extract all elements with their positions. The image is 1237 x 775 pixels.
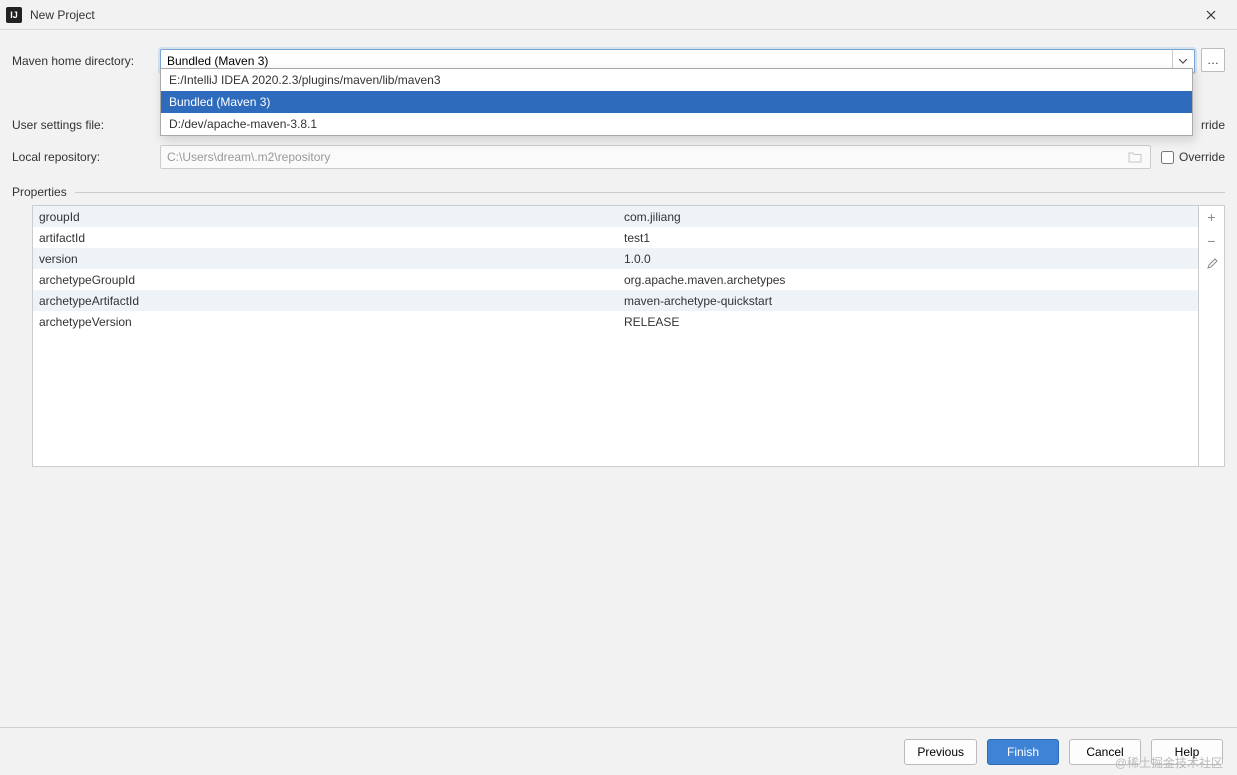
app-icon: IJ xyxy=(6,7,22,23)
override-checkbox[interactable] xyxy=(1161,151,1174,164)
override-label: Override xyxy=(1179,150,1225,164)
local-repo-label: Local repository: xyxy=(12,150,160,164)
local-repo-row: Local repository: C:\Users\dream\.m2\rep… xyxy=(12,141,1225,173)
finish-button[interactable]: Finish xyxy=(987,739,1059,765)
prop-val: RELEASE xyxy=(618,315,1198,329)
add-property-button[interactable]: + xyxy=(1207,210,1215,224)
local-repo-value: C:\Users\dream\.m2\repository xyxy=(167,150,1126,164)
user-settings-label: User settings file: xyxy=(12,118,160,132)
plus-icon: + xyxy=(1207,209,1215,225)
prop-key: groupId xyxy=(33,210,618,224)
table-row[interactable]: version 1.0.0 xyxy=(33,248,1198,269)
folder-icon[interactable] xyxy=(1126,151,1144,163)
prop-key: archetypeGroupId xyxy=(33,273,618,287)
dialog-content: Maven home directory: … E:/IntelliJ IDEA… xyxy=(0,30,1237,467)
close-button[interactable] xyxy=(1191,0,1231,30)
properties-toolbar: + − xyxy=(1199,205,1225,467)
browse-maven-home-button[interactable]: … xyxy=(1201,48,1225,72)
titlebar: IJ New Project xyxy=(0,0,1237,30)
prop-val: com.jiliang xyxy=(618,210,1198,224)
maven-home-input[interactable] xyxy=(167,54,1172,68)
prop-val: maven-archetype-quickstart xyxy=(618,294,1198,308)
local-repo-input[interactable]: C:\Users\dream\.m2\repository xyxy=(160,145,1151,169)
dropdown-item[interactable]: E:/IntelliJ IDEA 2020.2.3/plugins/maven/… xyxy=(161,69,1192,91)
properties-table[interactable]: groupId com.jiliang artifactId test1 ver… xyxy=(32,205,1199,467)
maven-home-label: Maven home directory: xyxy=(12,54,160,68)
prop-key: archetypeVersion xyxy=(33,315,618,329)
table-row[interactable]: archetypeGroupId org.apache.maven.archet… xyxy=(33,269,1198,290)
override-local-repo[interactable]: Override xyxy=(1161,150,1225,164)
maven-home-dropdown[interactable]: E:/IntelliJ IDEA 2020.2.3/plugins/maven/… xyxy=(160,68,1193,136)
previous-button[interactable]: Previous xyxy=(904,739,977,765)
table-row[interactable]: archetypeArtifactId maven-archetype-quic… xyxy=(33,290,1198,311)
properties-box: groupId com.jiliang artifactId test1 ver… xyxy=(32,205,1225,467)
close-icon xyxy=(1206,10,1216,20)
separator xyxy=(75,192,1225,193)
table-row[interactable]: archetypeVersion RELEASE xyxy=(33,311,1198,332)
minus-icon: − xyxy=(1207,233,1215,249)
prop-key: archetypeArtifactId xyxy=(33,294,618,308)
remove-property-button[interactable]: − xyxy=(1207,234,1215,248)
ellipsis-icon: … xyxy=(1207,53,1219,67)
prop-key: artifactId xyxy=(33,231,618,245)
prop-val: 1.0.0 xyxy=(618,252,1198,266)
dropdown-item[interactable]: D:/dev/apache-maven-3.8.1 xyxy=(161,113,1192,135)
pencil-icon xyxy=(1206,258,1218,270)
override-text-partial: rride xyxy=(1201,118,1225,132)
prop-key: version xyxy=(33,252,618,266)
table-row[interactable]: artifactId test1 xyxy=(33,227,1198,248)
edit-property-button[interactable] xyxy=(1206,258,1218,272)
properties-header: Properties xyxy=(12,181,1225,203)
prop-val: org.apache.maven.archetypes xyxy=(618,273,1198,287)
properties-label: Properties xyxy=(12,185,67,199)
window-title: New Project xyxy=(30,8,95,22)
table-row[interactable]: groupId com.jiliang xyxy=(33,206,1198,227)
dialog-footer: Previous Finish Cancel Help xyxy=(0,727,1237,775)
cancel-button[interactable]: Cancel xyxy=(1069,739,1141,765)
dropdown-item[interactable]: Bundled (Maven 3) xyxy=(161,91,1192,113)
help-button[interactable]: Help xyxy=(1151,739,1223,765)
prop-val: test1 xyxy=(618,231,1198,245)
